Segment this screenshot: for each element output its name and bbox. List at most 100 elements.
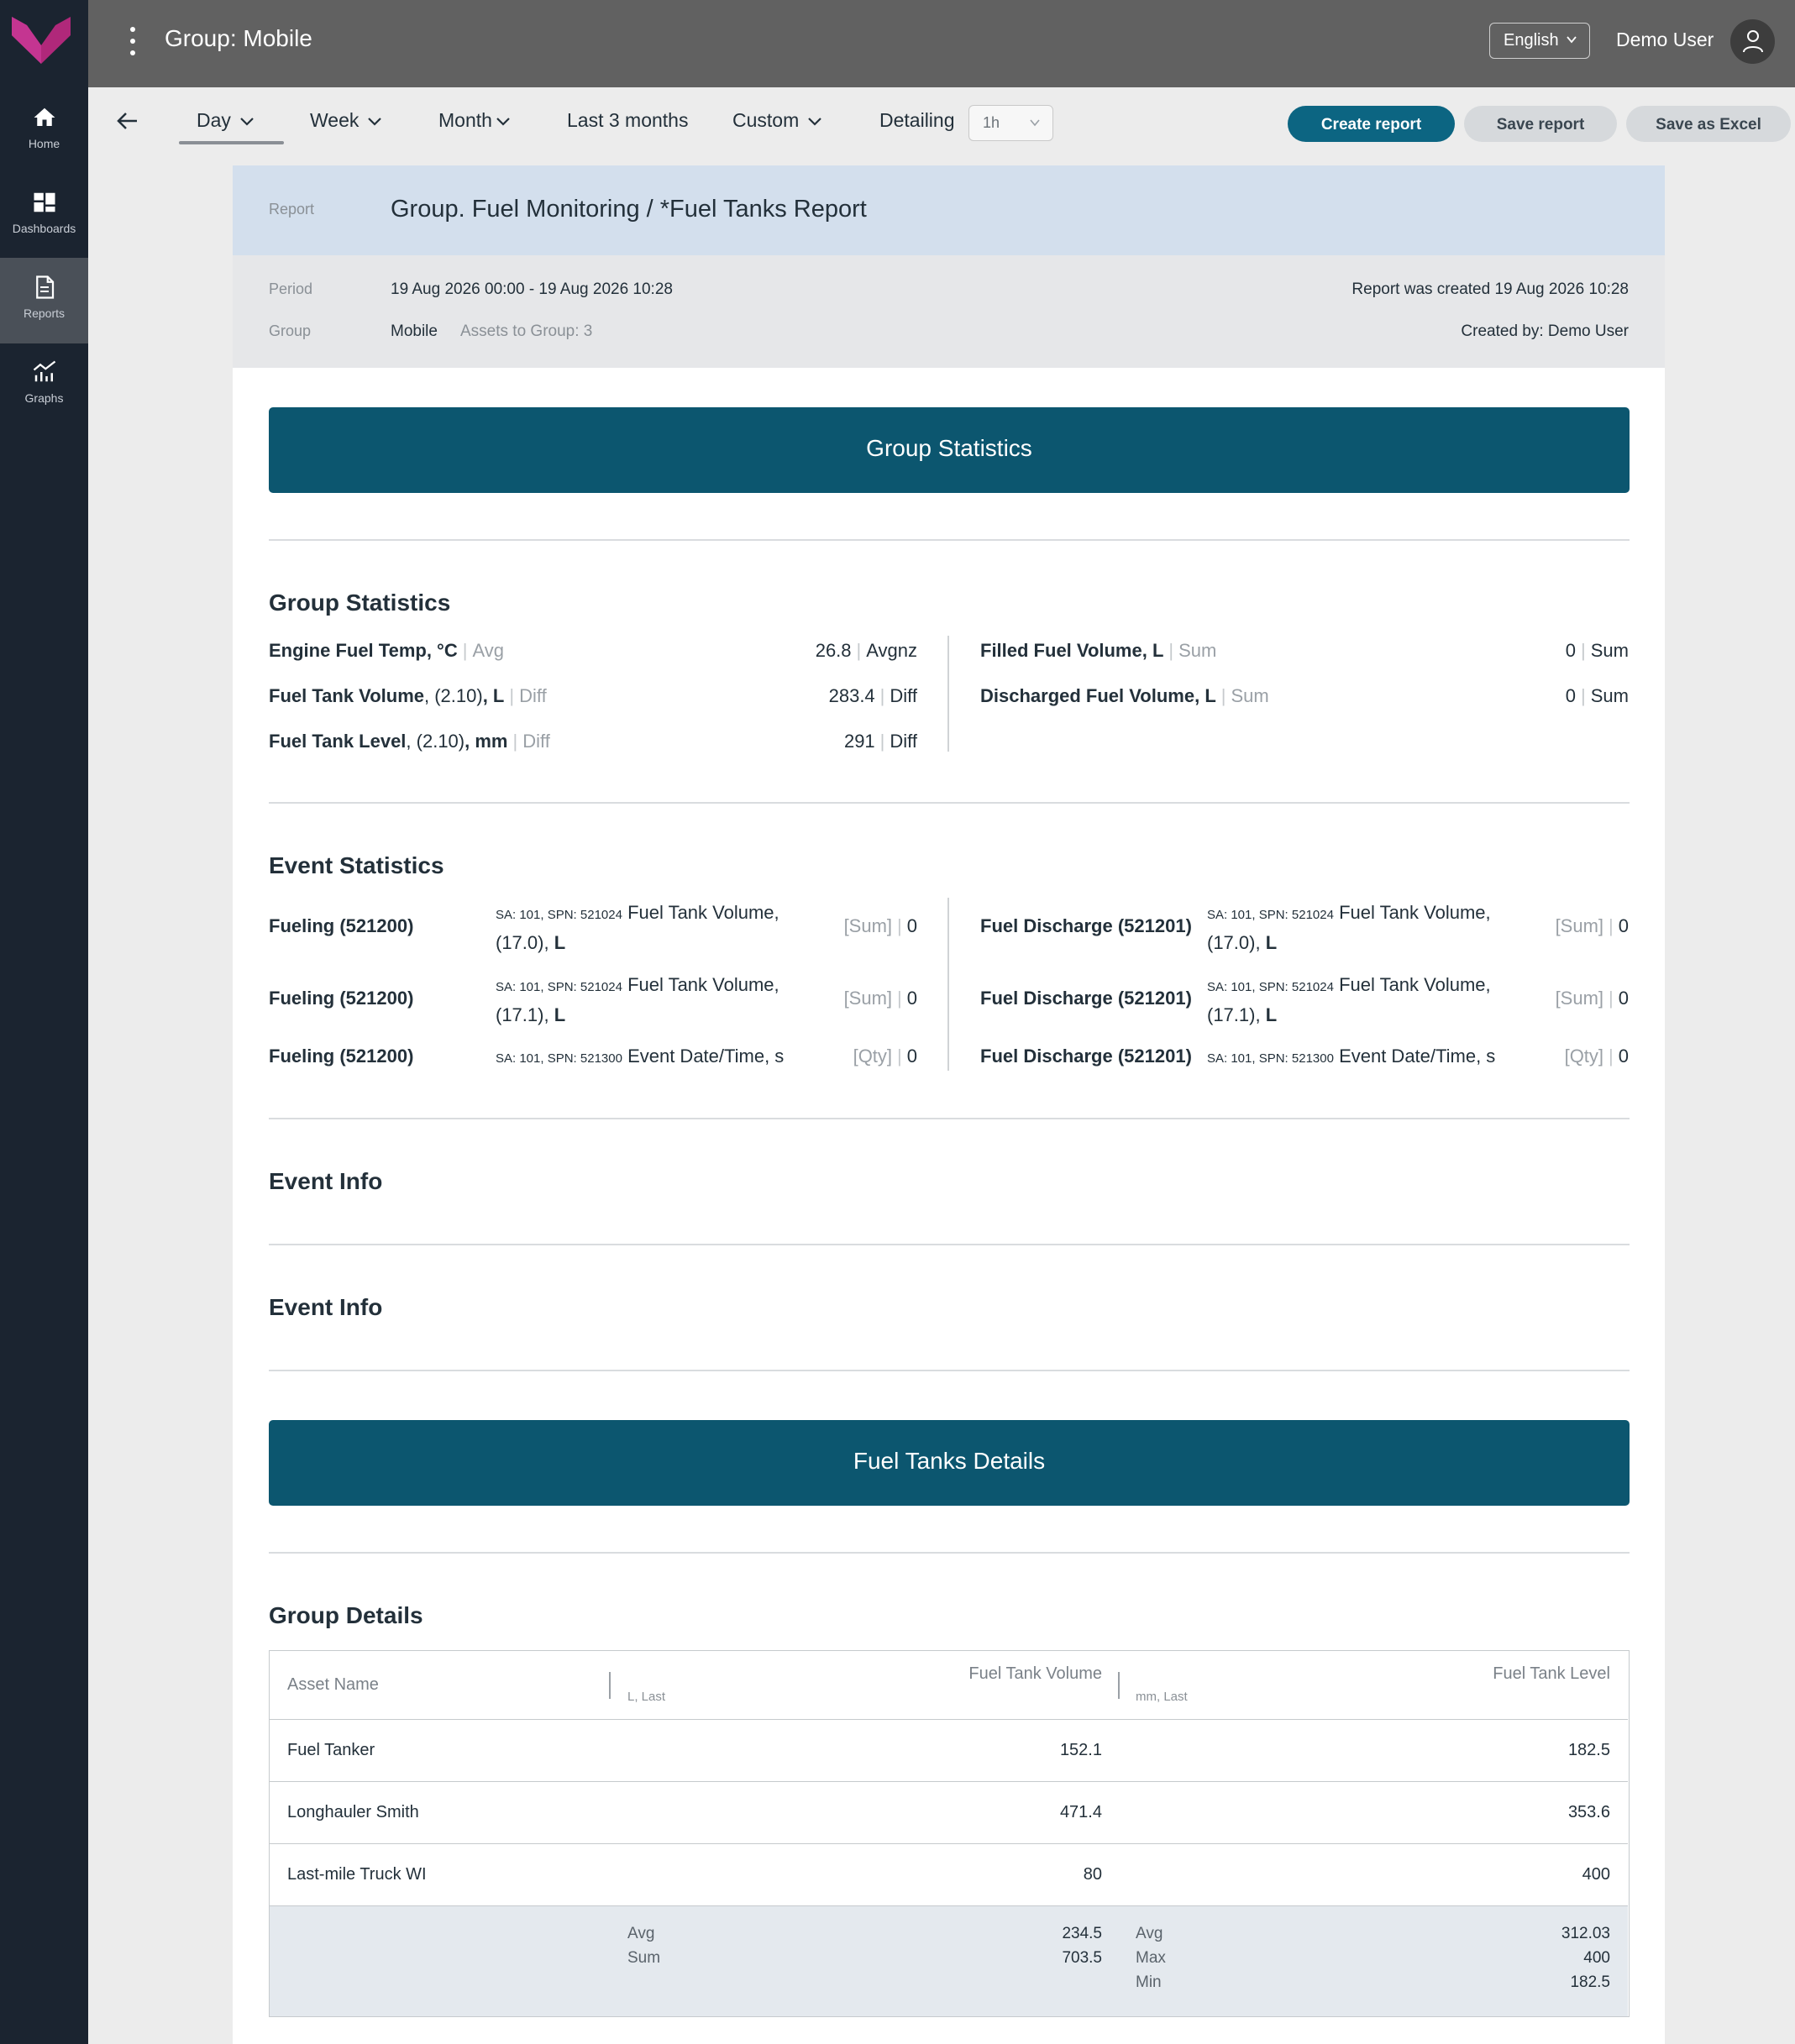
column-header-asset[interactable]: Asset Name bbox=[287, 1675, 379, 1695]
create-report-button[interactable]: Create report bbox=[1288, 106, 1455, 142]
detailing-label: Detailing bbox=[879, 109, 955, 131]
period-value: 19 Aug 2026 00:00 - 19 Aug 2026 10:28 bbox=[391, 280, 673, 298]
column-divider bbox=[609, 1672, 611, 1699]
group-value: Mobile bbox=[391, 322, 438, 340]
table-summary: Avg Sum 234.5 703.5 Avg Max Min 312.03 4… bbox=[270, 1906, 1628, 2016]
event-param: SA: 101, SPN: 521024 Fuel Tank Volume, (1… bbox=[1207, 974, 1491, 1025]
sidebar-item-home[interactable]: Home bbox=[0, 88, 88, 174]
group-details-title: Group Details bbox=[269, 1602, 423, 1628]
assets-count: Assets to Group: 3 bbox=[460, 322, 593, 340]
brand-logo[interactable] bbox=[12, 17, 71, 64]
report-header: Report Group. Fuel Monitoring / *Fuel Ta… bbox=[233, 165, 1665, 255]
tab-label: Last 3 months bbox=[567, 109, 689, 131]
kebab-menu-icon[interactable] bbox=[130, 27, 137, 59]
detailing-select[interactable]: 1h bbox=[968, 105, 1053, 141]
period-toolbar: Day Week Month Last 3 months Custom Deta… bbox=[88, 87, 1795, 165]
stat-name: Fuel Tank Level, (2.10), mm | Diff bbox=[269, 731, 550, 752]
event-info-title: Event Info bbox=[269, 1168, 383, 1194]
column-divider bbox=[947, 636, 949, 752]
group-statistics-banner: Group Statistics bbox=[269, 407, 1630, 493]
cell-volume: 80 bbox=[1083, 1865, 1102, 1884]
stat-value: 0 | Sum bbox=[1565, 640, 1629, 661]
event-name: Fueling (521200) bbox=[269, 1046, 414, 1067]
cell-level: 400 bbox=[1582, 1865, 1610, 1884]
user-name: Demo User bbox=[1616, 29, 1714, 50]
tab-custom[interactable]: Custom bbox=[732, 109, 822, 132]
cell-level: 182.5 bbox=[1567, 1741, 1610, 1759]
chevron-down-icon bbox=[240, 118, 254, 126]
sidebar-item-reports[interactable]: Reports bbox=[0, 258, 88, 343]
stat-name: Fuel Tank Volume, (2.10), L | Diff bbox=[269, 685, 547, 706]
table-row: Last-mile Truck WI 80 400 bbox=[270, 1844, 1628, 1906]
sidebar-item-dashboards[interactable]: Dashboards bbox=[0, 173, 88, 259]
stat-value: 0 | Sum bbox=[1565, 685, 1629, 706]
created-at: Report was created 19 Aug 2026 10:28 bbox=[1351, 280, 1629, 298]
summary-label: Avg bbox=[1136, 1925, 1163, 1942]
event-param: SA: 101, SPN: 521024 Fuel Tank Volume, (1… bbox=[496, 902, 779, 953]
save-excel-button[interactable]: Save as Excel bbox=[1626, 106, 1791, 142]
avatar[interactable] bbox=[1730, 19, 1775, 64]
event-statistics-title: Event Statistics bbox=[269, 852, 444, 878]
divider bbox=[269, 539, 1630, 541]
divider bbox=[269, 1552, 1630, 1554]
event-param: SA: 101, SPN: 521024 Fuel Tank Volume, (1… bbox=[496, 974, 779, 1025]
chevron-down-icon bbox=[1030, 119, 1040, 127]
table-row: Longhauler Smith 471.4 353.6 bbox=[270, 1782, 1628, 1844]
event-value: [Sum] | 0 bbox=[843, 988, 917, 1009]
divider bbox=[269, 802, 1630, 804]
summary-label: Max bbox=[1136, 1949, 1166, 1967]
tab-label: Day bbox=[197, 109, 231, 131]
save-report-button[interactable]: Save report bbox=[1464, 106, 1617, 142]
graphs-icon bbox=[33, 360, 55, 382]
event-name: Fueling (521200) bbox=[269, 915, 414, 936]
event-name: Fueling (521200) bbox=[269, 988, 414, 1009]
language-select[interactable]: English bbox=[1489, 23, 1590, 59]
stat-name: Discharged Fuel Volume, L | Sum bbox=[980, 685, 1269, 706]
divider bbox=[269, 1118, 1630, 1119]
period-label: Period bbox=[269, 280, 313, 297]
home-icon bbox=[34, 107, 55, 126]
tab-last-3-months[interactable]: Last 3 months bbox=[567, 109, 688, 132]
stat-value: 26.8 | Avgnz bbox=[815, 640, 917, 661]
event-param: SA: 101, SPN: 521300 Event Date/Time, s bbox=[1207, 1046, 1496, 1067]
reports-icon bbox=[35, 275, 54, 299]
tab-day[interactable]: Day bbox=[197, 109, 255, 132]
user-icon bbox=[1743, 30, 1763, 53]
back-arrow-icon[interactable] bbox=[115, 109, 139, 133]
sidebar-item-label: Dashboards bbox=[12, 222, 76, 235]
column-header-volume[interactable]: Fuel Tank Volume bbox=[968, 1664, 1102, 1684]
sidebar-item-label: Reports bbox=[23, 307, 66, 320]
column-header-level[interactable]: Fuel Tank Level bbox=[1493, 1664, 1610, 1684]
report-title: Group. Fuel Monitoring / *Fuel Tanks Rep… bbox=[391, 196, 867, 223]
chevron-down-icon bbox=[1567, 36, 1577, 44]
sidebar-item-graphs[interactable]: Graphs bbox=[0, 343, 88, 428]
summary-value: 400 bbox=[1583, 1949, 1610, 1967]
event-value: [Qty] | 0 bbox=[853, 1046, 917, 1067]
tab-label: Custom bbox=[732, 109, 800, 131]
group-statistics-title: Group Statistics bbox=[269, 590, 451, 616]
created-by: Created by: Demo User bbox=[1461, 322, 1629, 340]
event-name: Fuel Discharge (521201) bbox=[980, 988, 1192, 1009]
stat-name: Engine Fuel Temp, °C | Avg bbox=[269, 640, 504, 661]
summary-value: 703.5 bbox=[1062, 1949, 1102, 1967]
cell-asset: Fuel Tanker bbox=[287, 1741, 375, 1759]
stat-value: 291 | Diff bbox=[843, 731, 917, 752]
tab-month[interactable]: Month bbox=[438, 109, 511, 132]
top-bar: Group: Mobile English Demo User bbox=[88, 0, 1795, 87]
column-subheader: mm, Last bbox=[1136, 1690, 1188, 1704]
divider bbox=[269, 1244, 1630, 1245]
stat-value: 283.4 | Diff bbox=[828, 685, 917, 706]
cell-asset: Longhauler Smith bbox=[287, 1803, 419, 1821]
event-name: Fuel Discharge (521201) bbox=[980, 1046, 1192, 1067]
stat-name: Filled Fuel Volume, L | Sum bbox=[980, 640, 1217, 661]
cell-level: 353.6 bbox=[1567, 1803, 1610, 1821]
tab-label: Week bbox=[310, 109, 360, 131]
event-param: SA: 101, SPN: 521300 Event Date/Time, s bbox=[496, 1046, 785, 1067]
summary-value: 182.5 bbox=[1570, 1973, 1610, 1991]
tab-week[interactable]: Week bbox=[310, 109, 382, 132]
column-divider bbox=[947, 898, 949, 1071]
sidebar-item-label: Graphs bbox=[24, 391, 64, 405]
cell-volume: 152.1 bbox=[1059, 1741, 1102, 1759]
table-header: Asset Name L, Last Fuel Tank Volume mm, … bbox=[270, 1651, 1628, 1720]
event-param: SA: 101, SPN: 521024 Fuel Tank Volume, (1… bbox=[1207, 902, 1491, 953]
